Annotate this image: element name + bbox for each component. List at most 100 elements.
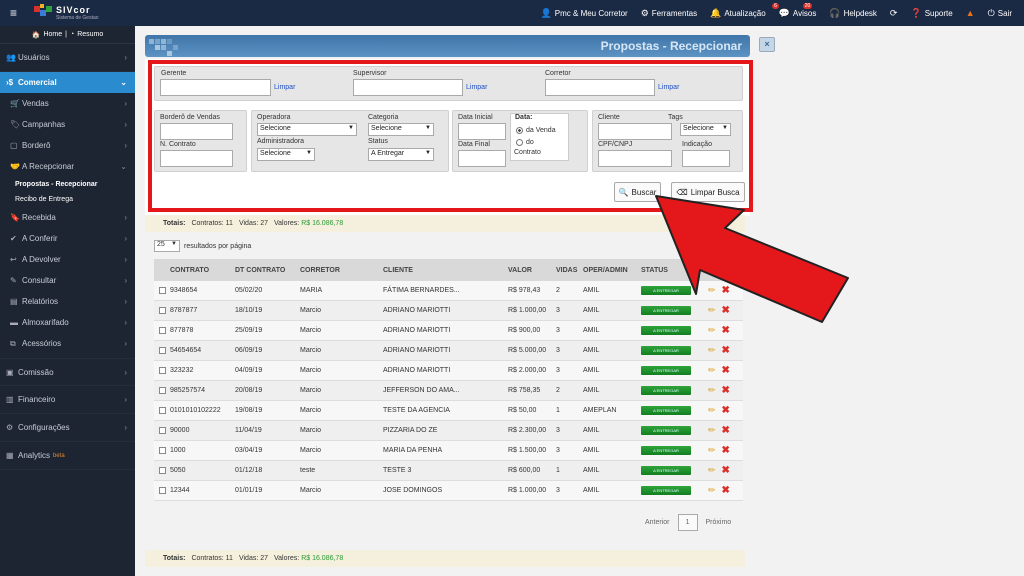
table-row[interactable]: 877878 25/09/19 Marcio ADRIANO MARIOTTI R$ 9… (154, 321, 743, 341)
sidebar-item-almoxarifado[interactable]: ▬ Almoxarifado › (0, 312, 135, 333)
status-badge[interactable]: A ENTREGAR (641, 486, 691, 495)
delete-x-icon[interactable]: ✖ (722, 325, 730, 336)
sidebar-item-recibo-entrega[interactable]: Recibo de Entrega (0, 192, 135, 207)
table-row[interactable]: 54654654 06/09/19 Marcio ADRIANO MARIOTTI R$… (154, 341, 743, 361)
row-checkbox[interactable] (154, 407, 170, 414)
delete-x-icon[interactable]: ✖ (722, 465, 730, 476)
nav-atualizacao[interactable]: 🔔 Atualização 6 (710, 2, 779, 19)
logo[interactable]: SIVcor Sistema de Gestao (34, 4, 99, 21)
delete-x-icon[interactable]: ✖ (722, 345, 730, 356)
table-row[interactable]: 0101010102222 19/08/19 Marcio TESTE DA AGEN… (154, 401, 743, 421)
edit-pencil-icon[interactable]: ✏ (708, 325, 716, 336)
sidebar-item-usuarios[interactable]: 👥 Usuários › (0, 44, 135, 72)
status-badge[interactable]: A ENTREGAR (641, 386, 691, 395)
col-valor[interactable]: VALOR (508, 267, 556, 274)
table-row[interactable]: 8787877 18/10/19 Marcio ADRIANO MARIOTTI R$ … (154, 301, 743, 321)
status-badge[interactable]: A ENTREGAR (641, 466, 691, 475)
sidebar-item-comissao[interactable]: ▣ Comissão › (0, 358, 135, 386)
edit-pencil-icon[interactable]: ✏ (708, 405, 716, 416)
row-checkbox[interactable] (154, 307, 170, 314)
col-contrato[interactable]: CONTRATO (170, 267, 235, 274)
per-page-select[interactable]: 25 ▼ (154, 240, 180, 252)
sidebar-home-link[interactable]: Home (43, 31, 62, 38)
nav-suporte[interactable]: ❓ Suporte (910, 8, 952, 19)
table-row[interactable]: 9348654 05/02/20 MARIA FÁTIMA BERNARDES... R… (154, 281, 743, 301)
delete-x-icon[interactable]: ✖ (722, 385, 730, 396)
sidebar-item-financeiro[interactable]: ▥ Financeiro › (0, 386, 135, 414)
edit-pencil-icon[interactable]: ✏ (708, 305, 716, 316)
pager-next[interactable]: Próximo (706, 519, 732, 526)
sidebar-item-comercial[interactable]: ›$ Comercial ⌄ (0, 72, 135, 93)
edit-pencil-icon[interactable]: ✏ (708, 445, 716, 456)
sidebar-item-propostas-recepcionar[interactable]: Propostas - Recepcionar (0, 177, 135, 192)
pager-previous[interactable]: Anterior (645, 519, 670, 526)
table-row[interactable]: 323232 04/09/19 Marcio ADRIANO MARIOTTI R$ 2… (154, 361, 743, 381)
status-badge[interactable]: A ENTREGAR (641, 326, 691, 335)
status-badge[interactable]: A ENTREGAR (641, 426, 691, 435)
row-checkbox[interactable] (154, 427, 170, 434)
status-badge[interactable]: A ENTREGAR (641, 306, 691, 315)
nav-helpdesk[interactable]: 🎧 Helpdesk (829, 8, 877, 19)
row-checkbox[interactable] (154, 347, 170, 354)
edit-pencil-icon[interactable]: ✏ (708, 485, 716, 496)
edit-pencil-icon[interactable]: ✏ (708, 385, 716, 396)
col-oper-admin[interactable]: OPER/ADMIN (583, 267, 641, 274)
row-checkbox[interactable] (154, 447, 170, 454)
delete-x-icon[interactable]: ✖ (722, 485, 730, 496)
col-status[interactable]: STATUS (641, 267, 708, 274)
delete-x-icon[interactable]: ✖ (722, 405, 730, 416)
sidebar-item-consultar[interactable]: ✎ Consultar › (0, 270, 135, 291)
delete-x-icon[interactable]: ✖ (722, 425, 730, 436)
nav-warning[interactable]: ▲ (966, 8, 975, 18)
col-corretor[interactable]: CORRETOR (300, 267, 383, 274)
edit-pencil-icon[interactable]: ✏ (708, 465, 716, 476)
nav-sair[interactable]: ⏻ Sair (988, 8, 1012, 19)
status-badge[interactable]: A ENTREGAR (641, 446, 691, 455)
delete-x-icon[interactable]: ✖ (722, 445, 730, 456)
edit-pencil-icon[interactable]: ✏ (708, 425, 716, 436)
row-checkbox[interactable] (154, 467, 170, 474)
status-badge[interactable]: A ENTREGAR (641, 286, 691, 295)
edit-pencil-icon[interactable]: ✏ (708, 285, 716, 296)
col-vidas[interactable]: VIDAS (556, 267, 583, 274)
sidebar-item-a-recepcionar[interactable]: 🤝 A Recepcionar ⌄ (0, 156, 135, 177)
status-badge[interactable]: A ENTREGAR (641, 366, 691, 375)
edit-pencil-icon[interactable]: ✏ (708, 365, 716, 376)
status-badge[interactable]: A ENTREGAR (641, 406, 691, 415)
table-row[interactable]: 1000 03/04/19 Marcio MARIA DA PENHA R$ 1.500… (154, 441, 743, 461)
sidebar-item-vendas[interactable]: 🛒 Vendas › (0, 93, 135, 114)
delete-x-icon[interactable]: ✖ (722, 285, 730, 296)
col-cliente[interactable]: CLIENTE (383, 267, 508, 274)
table-row[interactable]: 90000 11/04/19 Marcio PIZZARIA DO ZE R$ 2.30… (154, 421, 743, 441)
sidebar-item-recebida[interactable]: 🔖 Recebida › (0, 207, 135, 228)
menu-icon[interactable]: ≡ (10, 6, 22, 20)
sidebar-item-configuracoes[interactable]: ⚙ Configurações › (0, 414, 135, 442)
row-checkbox[interactable] (154, 387, 170, 394)
nav-avisos[interactable]: 💬 Avisos 20 (779, 2, 816, 19)
row-checkbox[interactable] (154, 287, 170, 294)
sidebar-item-acessorios[interactable]: ⧉ Acessórios › (0, 333, 135, 354)
sidebar-resumo-link[interactable]: Resumo (77, 31, 103, 38)
edit-pencil-icon[interactable]: ✏ (708, 345, 716, 356)
row-checkbox[interactable] (154, 367, 170, 374)
sidebar-item-a-conferir[interactable]: ✔ A Conferir › (0, 228, 135, 249)
pager-page[interactable]: 1 (677, 514, 698, 531)
sidebar-item-analytics[interactable]: ▦ Analytics beta (0, 442, 135, 470)
sidebar-item-a-devolver[interactable]: ↩ A Devolver › (0, 249, 135, 270)
col-dt-contrato[interactable]: DT CONTRATO (235, 267, 300, 274)
delete-x-icon[interactable]: ✖ (722, 305, 730, 316)
row-checkbox[interactable] (154, 487, 170, 494)
table-row[interactable]: 12344 01/01/19 Marcio JOSE DOMINGOS R$ 1.000… (154, 481, 743, 501)
sidebar-item-relatorios[interactable]: ▤ Relatórios › (0, 291, 135, 312)
delete-x-icon[interactable]: ✖ (722, 365, 730, 376)
close-button[interactable]: × (759, 37, 775, 52)
nav-refresh[interactable]: ⟳ (890, 8, 898, 19)
row-checkbox[interactable] (154, 327, 170, 334)
table-row[interactable]: 985257574 20/08/19 Marcio JEFFERSON DO AMA.… (154, 381, 743, 401)
status-badge[interactable]: A ENTREGAR (641, 346, 691, 355)
nav-user[interactable]: 👤 Pmc & Meu Corretor (541, 8, 628, 19)
sidebar-item-bordero[interactable]: ▢ Borderô › (0, 135, 135, 156)
sidebar-item-campanhas[interactable]: 🏷 Campanhas › (0, 114, 135, 135)
table-row[interactable]: 5050 01/12/18 teste TESTE 3 R$ 600,00 1 AMIL A … (154, 461, 743, 481)
nav-ferramentas[interactable]: ⚙ Ferramentas (641, 8, 697, 19)
